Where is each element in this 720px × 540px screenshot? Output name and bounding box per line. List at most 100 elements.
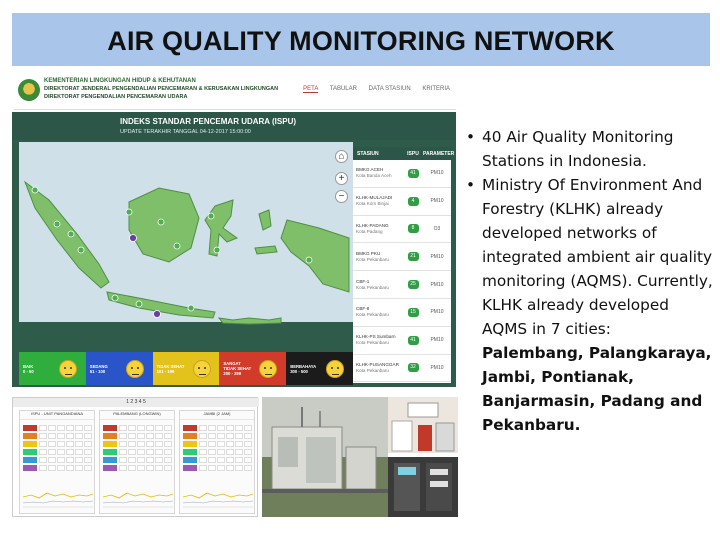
bullet-1-text: 40 Air Quality Monitoring Stations in In… bbox=[482, 128, 674, 170]
thumb-grid-cell bbox=[226, 425, 234, 431]
thumb-grid-cell bbox=[84, 449, 92, 455]
thumb-band bbox=[103, 441, 117, 447]
home-button[interactable]: ⌂ bbox=[335, 150, 348, 163]
thumb-band bbox=[103, 457, 117, 463]
thumb-grid-cell bbox=[146, 425, 154, 431]
station-name: BMKG PKU Kota Pekanbaru bbox=[353, 251, 403, 263]
station-chart-thumb[interactable]: PALEMBANG (LONGWIN) bbox=[99, 410, 175, 514]
station-photo-image bbox=[262, 397, 388, 517]
thumb-grid-cell bbox=[244, 425, 252, 431]
station-row[interactable]: BMKG ACEH Kota Banda Aceh 41 PM10 bbox=[353, 160, 451, 188]
legend-item: BAIK 0 - 50 bbox=[19, 352, 86, 385]
station-parameter: O3 bbox=[433, 225, 441, 232]
station-row[interactable]: CBF-1 Kota Pekanbaru 25 PM10 bbox=[353, 271, 451, 299]
portal-nav: PETA TABULAR DATA STASIUN KRITERIA bbox=[293, 86, 450, 93]
legend-label: BERBAHAYA 300 - 500 bbox=[290, 364, 320, 374]
nav-tabular[interactable]: TABULAR bbox=[330, 86, 357, 92]
thumb-grid-cell bbox=[244, 433, 252, 439]
thumb-grid-cell bbox=[217, 441, 225, 447]
station-row[interactable]: PSHA1Kota Pekanbaru14PM10 bbox=[353, 382, 451, 387]
station-city: Kota Pekanbaru bbox=[356, 284, 389, 290]
thumb-band bbox=[183, 425, 197, 431]
thumb-grid-cell bbox=[57, 457, 65, 463]
thumb-grid-cell bbox=[226, 441, 234, 447]
thumb-grid-cell bbox=[57, 441, 65, 447]
station-row[interactable]: CBF-8 Kota Pekanbaru 15 PM10 bbox=[353, 299, 451, 327]
station-row[interactable]: KLHK-PS Sumbarn Kota Pekanbaru 41 PM10 bbox=[353, 327, 451, 355]
aqms-analyzer-photo bbox=[388, 457, 458, 517]
thumb-grid-cell bbox=[75, 465, 83, 471]
thumb-band bbox=[103, 433, 117, 439]
thumb-grid-cell bbox=[226, 457, 234, 463]
thumb-grid-cell bbox=[217, 433, 225, 439]
station-ispu: 15 bbox=[403, 307, 423, 317]
bullet-2-text: Ministry Of Environment And Forestry (KL… bbox=[482, 176, 713, 338]
legend-range: 0 - 50 bbox=[23, 368, 34, 374]
thumb-grid-cell bbox=[119, 465, 127, 471]
face-icon bbox=[125, 359, 144, 378]
zoom-out-button[interactable]: − bbox=[335, 190, 348, 203]
title-band: AIR QUALITY MONITORING NETWORK bbox=[12, 13, 710, 66]
station-row[interactable]: KLHK-MULAJADI Kota Kom Binjai 4 PM10 bbox=[353, 188, 451, 216]
station-row[interactable]: KLHK-PADANG Kota Padang 8 O3 bbox=[353, 216, 451, 244]
thumb-grid-cell bbox=[48, 457, 56, 463]
thumb-grid-cell bbox=[235, 457, 243, 463]
thumb-band bbox=[183, 457, 197, 463]
station-ispu: 25 bbox=[403, 280, 423, 290]
station-city: Kota Pekanbaru bbox=[356, 312, 389, 318]
aqms-room-photo bbox=[388, 397, 458, 453]
thumb-band bbox=[183, 441, 197, 447]
thumb-grid-cell bbox=[119, 441, 127, 447]
nav-data-stasiun[interactable]: DATA STASIUN bbox=[369, 86, 411, 92]
indonesia-map[interactable]: ⌂ + − bbox=[19, 142, 353, 325]
station-row[interactable]: BMKG PKU Kota Pekanbaru 21 PM10 bbox=[353, 243, 451, 272]
ispu-value-badge: 8 bbox=[407, 224, 419, 234]
zoom-in-button[interactable]: + bbox=[335, 172, 348, 185]
thumb-grid-cell bbox=[217, 465, 225, 471]
header-stasiun: STASIUN bbox=[357, 150, 379, 157]
nav-kriteria[interactable]: KRITERIA bbox=[422, 86, 450, 92]
station-ispu: 41 bbox=[403, 168, 423, 178]
chart-pager[interactable]: 1 2 3 4 5 bbox=[13, 398, 259, 407]
thumb-grid-cell bbox=[137, 449, 145, 455]
thumb-band bbox=[103, 449, 117, 455]
station-row[interactable]: KLHK-PUSANGGAR Kota Pekanbaru 32 PM10 bbox=[353, 355, 451, 383]
thumb-grid-cell bbox=[155, 465, 163, 471]
thumb-grid-cell bbox=[235, 441, 243, 447]
ispu-value-badge: 21 bbox=[407, 252, 419, 262]
station-ispu: 32 bbox=[403, 363, 423, 373]
station-city: Kota Pekanbaru bbox=[356, 340, 389, 346]
thumb-grid-cell bbox=[39, 425, 47, 431]
portal-header: KEMENTERIAN LINGKUNGAN HIDUP & KEHUTANAN… bbox=[14, 72, 456, 110]
thumb-grid-cell bbox=[164, 449, 172, 455]
station-ispu: 21 bbox=[403, 252, 423, 262]
station-city: Kota Pekanbaru bbox=[356, 367, 389, 373]
thumb-band bbox=[103, 465, 117, 471]
legend-label: SEDANG 51 - 100 bbox=[90, 364, 120, 374]
thumb-grid-cell bbox=[244, 449, 252, 455]
thumb-grid-cell bbox=[199, 433, 207, 439]
station-chart-thumb[interactable]: JAMBI (2 JAM) bbox=[179, 410, 255, 514]
station-name: CBF-8 Kota Pekanbaru bbox=[353, 306, 403, 318]
thumb-grid-cell bbox=[199, 465, 207, 471]
ministry-name: KEMENTERIAN LINGKUNGAN HIDUP & KEHUTANAN… bbox=[44, 77, 278, 101]
thumb-grid-cell bbox=[199, 449, 207, 455]
header-ispu: ISPU bbox=[407, 150, 419, 157]
thumb-line-chart bbox=[103, 492, 173, 508]
legend-range: 200 - 299 bbox=[223, 371, 242, 376]
legend-label: BAIK 0 - 50 bbox=[23, 364, 53, 374]
nav-peta[interactable]: PETA bbox=[303, 86, 319, 93]
bullet-list: 40 Air Quality Monitoring Stations in In… bbox=[464, 125, 714, 437]
thumb-grid-cell bbox=[84, 465, 92, 471]
thumb-grid-cell bbox=[57, 433, 65, 439]
thumb-grid-cell bbox=[199, 425, 207, 431]
thumb-band bbox=[23, 425, 37, 431]
ispu-dashboard: INDEKS STANDAR PENCEMAR UDARA (ISPU) UPD… bbox=[12, 112, 456, 387]
station-city: Kota Kom Binjai bbox=[356, 201, 389, 207]
dashboard-update: UPDATE TERAKHIR TANGGAL 04-12-2017 15:00… bbox=[120, 129, 251, 135]
station-chart-thumb[interactable]: ISPU - UNIT PANGANDIANA bbox=[19, 410, 95, 514]
thumb-grid-cell bbox=[66, 465, 74, 471]
station-table: STASIUN ISPU PARAMETER BMKG ACEH Kota Ban… bbox=[353, 147, 454, 383]
thumb-grid-cell bbox=[155, 433, 163, 439]
thumb-title: JAMBI (2 JAM) bbox=[180, 411, 254, 420]
